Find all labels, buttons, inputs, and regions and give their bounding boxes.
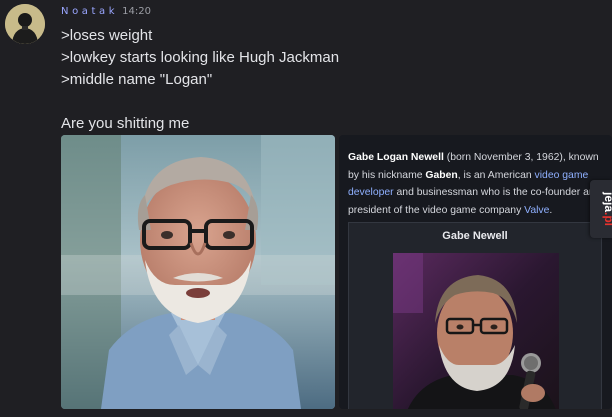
wiki-link-valve[interactable]: Valve <box>524 205 549 216</box>
timestamp: 14:20 <box>122 6 151 17</box>
chat-message: Noatak 14:20 >loses weight >lowkey start… <box>0 0 612 417</box>
wiki-nickname: Gaben <box>425 169 458 181</box>
message-body: >loses weight >lowkey starts looking lik… <box>61 25 339 135</box>
image-attachments: Gabe Logan Newell (born November 3, 1962… <box>61 135 612 409</box>
avatar[interactable] <box>5 4 45 44</box>
svg-text:jeja.pl: jeja.pl <box>602 191 612 226</box>
man-photo-illustration <box>393 253 559 409</box>
wiki-intro-text: Gabe Logan Newell (born November 3, 1962… <box>348 149 603 219</box>
avatar-silhouette-icon <box>5 4 45 44</box>
greentext-line: >lowkey starts looking like Hugh Jackman <box>61 49 340 66</box>
man-portrait-illustration <box>61 135 335 409</box>
username[interactable]: Noatak <box>61 6 118 17</box>
wiki-text-segment: . <box>549 204 553 216</box>
infobox-title: Gabe Newell <box>442 230 508 242</box>
jeja-watermark: jeja.pl <box>590 180 612 238</box>
infobox-photo <box>393 253 559 409</box>
message-header: Noatak 14:20 <box>61 6 151 20</box>
comment-line: Are you shitting me <box>61 115 190 132</box>
jeja-logo-icon: jeja.pl <box>602 191 612 226</box>
greentext-line: >middle name "Logan" <box>61 71 213 88</box>
attachment-image-wikipedia[interactable]: Gabe Logan Newell (born November 3, 1962… <box>339 135 612 409</box>
wiki-text-segment: , is an American <box>457 169 535 181</box>
wiki-infobox: Gabe Newell <box>348 222 602 409</box>
attachment-image-photo[interactable] <box>61 135 335 409</box>
wiki-subject-name: Gabe Logan Newell <box>348 152 444 163</box>
greentext-line: >loses weight <box>61 27 153 44</box>
